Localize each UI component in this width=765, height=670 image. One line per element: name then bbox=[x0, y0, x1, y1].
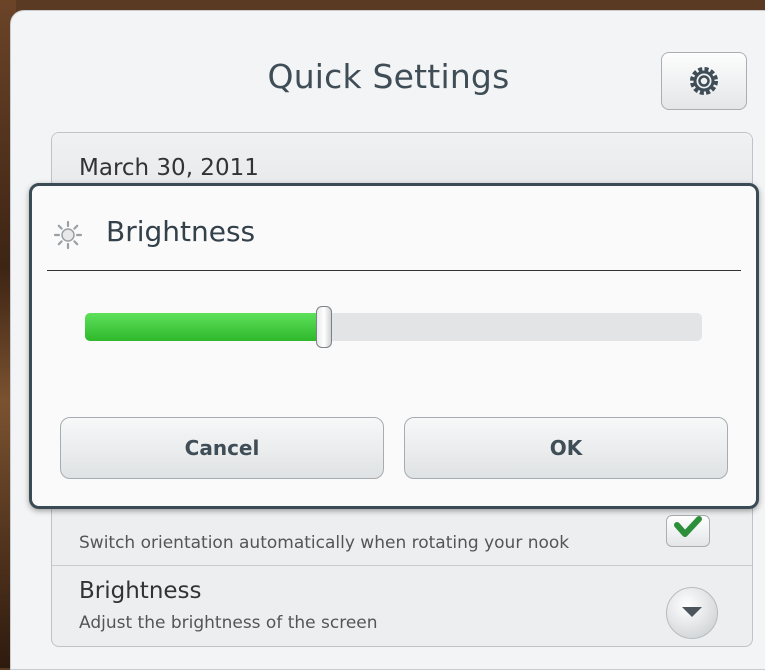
auto-rotate-row[interactable]: Switch orientation automatically when ro… bbox=[52, 503, 752, 566]
brightness-row[interactable]: Brightness Adjust the brightness of the … bbox=[52, 566, 752, 646]
settings-button[interactable] bbox=[661, 52, 747, 110]
brightness-dialog: Brightness Cancel OK bbox=[29, 183, 759, 509]
chevron-down-icon bbox=[682, 607, 702, 617]
brightness-slider-fill bbox=[85, 313, 323, 341]
auto-rotate-checkbox[interactable] bbox=[666, 515, 710, 547]
dialog-title: Brightness bbox=[106, 215, 256, 248]
brightness-slider[interactable] bbox=[85, 306, 702, 348]
brightness-dropdown-button[interactable] bbox=[666, 587, 718, 639]
date-label: March 30, 2011 bbox=[79, 155, 259, 181]
brightness-row-description: Adjust the brightness of the screen bbox=[79, 613, 378, 633]
gear-icon bbox=[690, 67, 718, 95]
cancel-button[interactable]: Cancel bbox=[60, 417, 384, 479]
brightness-slider-handle[interactable] bbox=[316, 306, 332, 348]
brightness-row-title: Brightness bbox=[79, 578, 202, 604]
auto-rotate-description: Switch orientation automatically when ro… bbox=[79, 533, 570, 553]
checkmark-icon bbox=[674, 516, 702, 537]
page-title: Quick Settings bbox=[267, 57, 510, 96]
dialog-divider bbox=[47, 270, 741, 271]
brightness-icon bbox=[53, 220, 83, 250]
ok-button[interactable]: OK bbox=[404, 417, 728, 479]
